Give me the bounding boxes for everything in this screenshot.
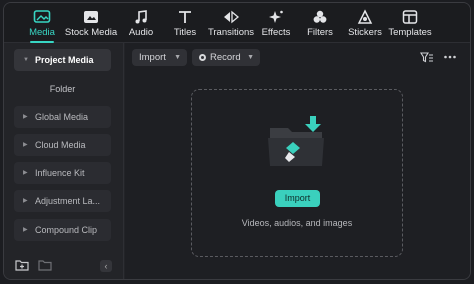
drop-zone-hint: Videos, audios, and images <box>241 218 353 228</box>
sidebar-item-compound-clip[interactable]: ▶ Compound Clip <box>14 219 111 241</box>
sidebar-item-label: Influence Kit <box>35 168 85 178</box>
new-folder-icon[interactable] <box>15 259 29 271</box>
import-dropdown[interactable]: Import ▼ <box>132 49 187 66</box>
sidebar-item-label: Adjustment La... <box>35 196 101 206</box>
media-subtoolbar: Import ▼ Record ▼ <box>125 43 470 71</box>
record-dropdown-label: Record <box>210 52 241 63</box>
media-sidebar: ▼ Project Media Folder ▶ Global Media ▶ Clo… <box>4 43 124 279</box>
more-options-icon[interactable] <box>443 51 457 63</box>
import-dropdown-label: Import <box>139 52 166 63</box>
music-note-icon <box>135 10 147 24</box>
record-icon <box>199 54 206 61</box>
sidebar-item-global-media[interactable]: ▶ Global Media <box>14 106 111 128</box>
sidebar-item-label: Compound Clip <box>35 225 98 235</box>
media-icon <box>33 10 51 23</box>
media-panel-window: Media Stock Media Audio Titles Transitio… <box>3 2 471 280</box>
sidebar-item-label: Global Media <box>35 112 89 122</box>
chevron-down-icon: ▼ <box>247 54 254 61</box>
chevron-down-icon: ▼ <box>174 54 181 61</box>
stock-media-icon <box>84 11 98 23</box>
tab-templates-label: Templates <box>388 27 432 38</box>
chevron-right-icon: ▶ <box>23 170 28 176</box>
media-drop-zone[interactable]: Import Videos, audios, and images <box>191 89 403 257</box>
filter-sort-icon[interactable] <box>420 52 434 63</box>
chevron-right-icon: ▶ <box>23 114 28 120</box>
chevron-right-icon: ▶ <box>23 198 28 204</box>
chevron-right-icon: ▶ <box>23 227 28 233</box>
media-main-area: Import ▼ Record ▼ Import Videos, audios,… <box>125 43 470 279</box>
transitions-icon <box>224 10 240 24</box>
effects-sparkle-icon <box>269 10 283 23</box>
record-dropdown[interactable]: Record ▼ <box>192 49 260 66</box>
templates-icon <box>402 10 418 24</box>
filters-icon <box>313 10 327 23</box>
import-button[interactable]: Import <box>275 190 320 207</box>
sidebar-item-folder[interactable]: Folder <box>14 78 111 100</box>
tab-templates[interactable]: Templates <box>380 7 440 38</box>
sidebar-item-label: Project Media <box>35 55 94 65</box>
sidebar-item-project-media[interactable]: ▼ Project Media <box>14 49 111 71</box>
sidebar-item-cloud-media[interactable]: ▶ Cloud Media <box>14 134 111 156</box>
media-toolbar: Media Stock Media Audio Titles Transitio… <box>4 3 470 43</box>
chevron-down-icon: ▼ <box>23 57 29 63</box>
collapse-left-icon[interactable]: ‹ <box>100 260 112 272</box>
folder-icon[interactable] <box>38 259 52 271</box>
stickers-icon <box>357 9 373 24</box>
sidebar-item-adjustment-layer[interactable]: ▶ Adjustment La... <box>14 190 111 212</box>
chevron-right-icon: ▶ <box>23 142 28 148</box>
import-folder-icon <box>268 116 324 166</box>
sidebar-item-label: Folder <box>49 84 76 94</box>
titles-t-icon <box>179 11 191 23</box>
sidebar-item-influence-kit[interactable]: ▶ Influence Kit <box>14 162 111 184</box>
sidebar-item-label: Cloud Media <box>35 140 86 150</box>
